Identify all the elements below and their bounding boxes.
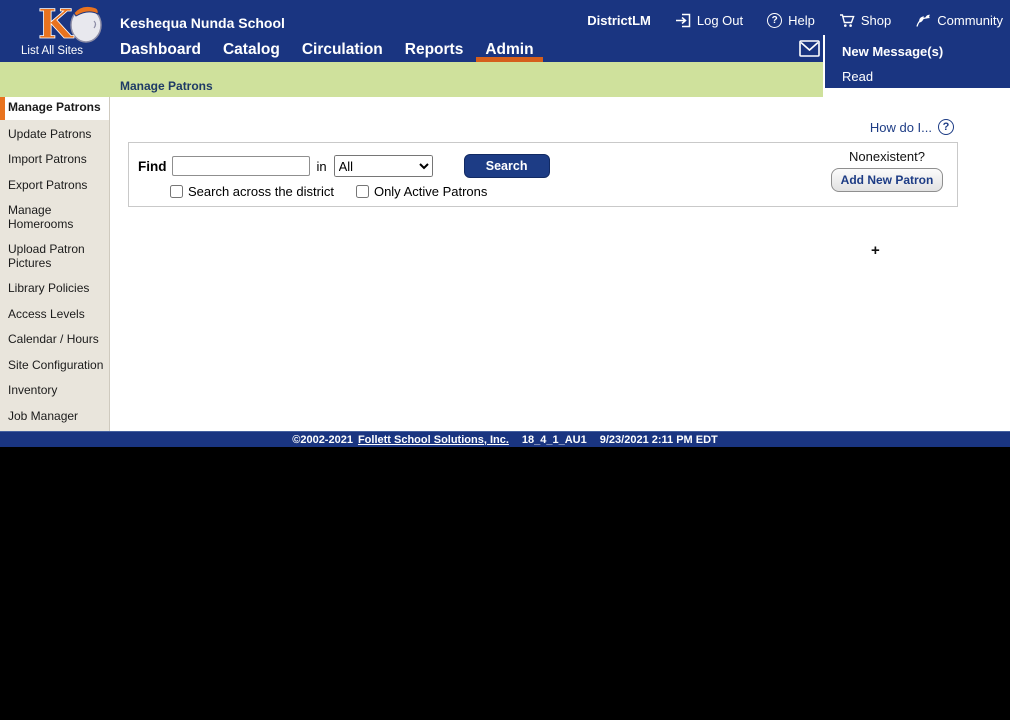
sidebar-item-import-patrons[interactable]: Import Patrons (0, 147, 109, 173)
shop-cart-icon (839, 14, 855, 27)
sidebar-item-export-patrons[interactable]: Export Patrons (0, 173, 109, 199)
svg-text:K: K (38, 1, 74, 45)
nonexistent-label: Nonexistent? (849, 149, 925, 164)
only-active-patrons-label: Only Active Patrons (373, 184, 488, 199)
question-circle-icon: ? (938, 119, 954, 135)
sidebar-item-inventory[interactable]: Inventory (0, 378, 109, 404)
community-label: Community (937, 13, 1003, 28)
community-link[interactable]: Community (915, 13, 1003, 28)
sidebar-item-site-configuration[interactable]: Site Configuration (0, 353, 109, 379)
add-patron-block: Nonexistent? Add New Patron (830, 149, 944, 192)
menu-item-new-messages[interactable]: New Message(s) (842, 44, 943, 59)
version-text: 18_4_1_AU1 (521, 433, 587, 446)
tab-catalog[interactable]: Catalog (223, 41, 280, 59)
messages-dropdown: New Message(s) Read (823, 35, 1010, 88)
help-link[interactable]: ? Help (767, 13, 815, 28)
breadcrumb-bar: Manage Patrons (0, 62, 823, 97)
sidebar-item-access-levels[interactable]: Access Levels (0, 302, 109, 328)
list-all-sites-link[interactable]: List All Sites (21, 45, 83, 57)
mouse-cursor-crosshair: + (871, 242, 880, 259)
sidebar-item-manage-homerooms[interactable]: Manage Homerooms (0, 198, 109, 237)
sidebar-item-library-policies[interactable]: Library Policies (0, 276, 109, 302)
sidebar-item-upload-patron-pictures[interactable]: Upload Patron Pictures (0, 237, 109, 276)
add-new-patron-button[interactable]: Add New Patron (830, 168, 944, 192)
find-label: Find (138, 158, 167, 174)
tab-admin[interactable]: Admin (476, 41, 543, 62)
logout-label: Log Out (696, 13, 744, 28)
copyright-group: ©2002-2021 Follett School Solutions, Inc… (292, 434, 509, 446)
sidebar-item-manage-patrons[interactable]: Manage Patrons (0, 97, 109, 120)
find-input[interactable] (171, 156, 310, 176)
admin-sidebar: Manage Patrons Update Patrons Import Pat… (0, 97, 110, 431)
help-icon: ? (767, 13, 783, 28)
shop-link[interactable]: Shop (839, 13, 891, 28)
find-row: Find in All Search (138, 154, 550, 178)
sidebar-item-calendar-hours[interactable]: Calendar / Hours (0, 327, 109, 353)
messages-envelope-button[interactable] (799, 40, 820, 62)
menu-item-read[interactable]: Read (842, 69, 873, 84)
screen: K List All Sites Keshequa Nunda School D… (0, 0, 1010, 720)
search-button[interactable]: Search (463, 154, 550, 178)
main-nav: Dashboard Catalog Circulation Reports Ad… (120, 41, 543, 62)
utility-bar: DistrictLM Log Out ? Help Shop Community (587, 13, 1003, 28)
tab-circulation[interactable]: Circulation (302, 41, 383, 59)
logout-link[interactable]: Log Out (675, 13, 743, 28)
breadcrumb: Manage Patrons (120, 79, 213, 93)
footer-bar: ©2002-2021 Follett School Solutions, Inc… (0, 431, 1010, 447)
district-checkbox-group: Search across the district (170, 184, 334, 199)
mascot-logo-icon: K (38, 1, 102, 48)
only-active-patrons-checkbox[interactable] (355, 185, 369, 198)
shop-label: Shop (860, 13, 892, 28)
school-name: Keshequa Nunda School (120, 15, 285, 31)
search-district-label: Search across the district (188, 184, 334, 199)
copyright-text: ©2002-2021 (292, 433, 353, 446)
in-label: in (316, 158, 327, 174)
search-district-checkbox[interactable] (170, 185, 183, 198)
search-options-row: Search across the district Only Active P… (170, 184, 487, 199)
search-scope-select[interactable]: All (333, 155, 433, 177)
community-leaf-icon (916, 14, 931, 27)
district-label: DistrictLM (587, 13, 651, 28)
tab-dashboard[interactable]: Dashboard (120, 41, 201, 59)
active-patrons-checkbox-group: Only Active Patrons (355, 184, 488, 199)
app-window: K List All Sites Keshequa Nunda School D… (0, 0, 1010, 447)
how-do-i-label: How do I... (869, 119, 932, 135)
timestamp-text: 9/23/2021 2:11 PM EDT (599, 433, 718, 446)
help-label: Help (788, 13, 815, 28)
school-logo[interactable]: K (36, 1, 108, 48)
follett-company-link[interactable]: Follett School Solutions, Inc. (358, 434, 509, 446)
how-do-i-link[interactable]: How do I... ? (870, 119, 954, 135)
sidebar-item-job-manager[interactable]: Job Manager (0, 404, 109, 430)
patron-search-panel: Find in All Search Search across the dis… (128, 142, 958, 207)
envelope-icon (799, 40, 820, 57)
logout-icon (675, 13, 691, 28)
sidebar-item-update-patrons[interactable]: Update Patrons (0, 122, 109, 148)
tab-reports[interactable]: Reports (405, 41, 464, 59)
